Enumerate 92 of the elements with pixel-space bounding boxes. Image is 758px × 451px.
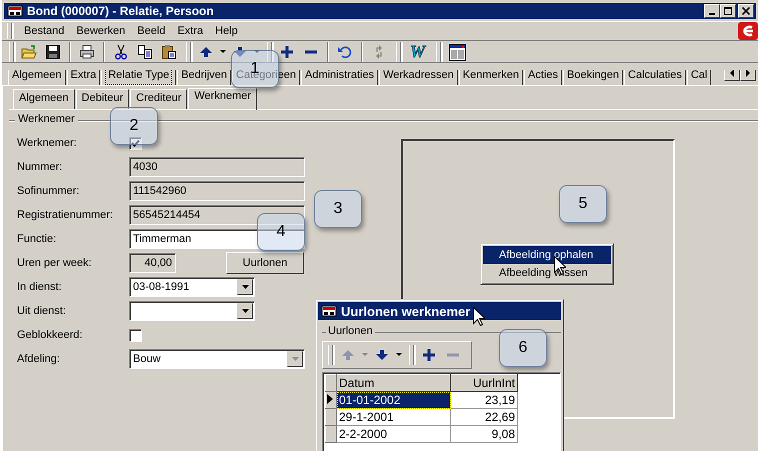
- menu-item[interactable]: Help: [209, 23, 244, 39]
- table-cell[interactable]: 23,19: [450, 392, 518, 408]
- right-arrow-icon: [745, 70, 751, 77]
- tab[interactable]: Relatie Type: [101, 70, 176, 85]
- toolbar-grip[interactable]: [7, 23, 12, 39]
- tab[interactable]: Administraties: [300, 70, 378, 85]
- tab[interactable]: Kenmerken: [458, 70, 524, 85]
- menu-item[interactable]: Bewerken: [70, 23, 132, 39]
- field-label: Sofinummer:: [17, 184, 80, 199]
- maximize-icon: [724, 7, 732, 15]
- tab[interactable]: Extra: [66, 70, 100, 85]
- dropdown-arrow-icon[interactable]: [242, 285, 248, 289]
- group-title: Werknemer: [15, 113, 78, 125]
- app-icon: [321, 303, 337, 319]
- callout: 2: [110, 107, 158, 145]
- toolbar-grip[interactable]: [9, 42, 14, 62]
- field-label: Nummer:: [17, 160, 64, 175]
- window-title: Bond (000007) - Relatie, Persoon: [27, 4, 215, 18]
- grid-corner: [326, 374, 336, 392]
- tab[interactable]: Algemeen: [8, 70, 66, 85]
- tab[interactable]: Debiteur: [76, 89, 130, 109]
- plus-icon[interactable]: [421, 347, 437, 363]
- tab[interactable]: Calculaties: [624, 70, 686, 85]
- tab[interactable]: Cal: [686, 70, 712, 85]
- row-pointer-icon: [327, 394, 333, 404]
- menu-item[interactable]: Bestand: [18, 23, 70, 39]
- field-label: Registratienummer:: [17, 208, 114, 223]
- open-folder-icon[interactable]: [21, 44, 37, 60]
- dialog-title: Uurlonen werknemer: [341, 304, 470, 318]
- tab[interactable]: Acties: [524, 70, 562, 85]
- clipboard-icon[interactable]: [161, 44, 177, 60]
- group-title: Uurlonen: [326, 325, 375, 337]
- tab[interactable]: Boekingen: [563, 70, 624, 85]
- menu-item[interactable]: Afbeelding ophalen: [483, 246, 611, 264]
- menu-item[interactable]: Extra: [171, 23, 210, 39]
- field-label: Geblokkeerd:: [17, 328, 84, 343]
- row-indicator[interactable]: [326, 392, 336, 408]
- table-cell[interactable]: 9,08: [450, 426, 518, 442]
- down-arrow-icon[interactable]: [374, 347, 390, 363]
- toolbar-grip[interactable]: [396, 42, 401, 62]
- dropdown-field[interactable]: [129, 301, 255, 321]
- dropdown-field[interactable]: 03-08-1991: [129, 277, 255, 297]
- maximize-button[interactable]: [720, 4, 736, 18]
- window-layout-icon[interactable]: [448, 42, 468, 62]
- toolbar-grip[interactable]: [267, 42, 272, 62]
- callout: 4: [257, 213, 305, 251]
- close-button[interactable]: [738, 4, 754, 18]
- check-icon: [131, 138, 140, 148]
- tab[interactable]: Crediteur: [130, 89, 188, 109]
- plus-icon[interactable]: [279, 44, 295, 60]
- uurlonen-button[interactable]: Uurlonen: [226, 252, 304, 274]
- tab[interactable]: Werkadressen: [379, 70, 458, 85]
- toolbar-grip[interactable]: [409, 345, 414, 365]
- cursor-icon: [473, 307, 485, 326]
- field-label: Functie:: [17, 232, 58, 247]
- caret-icon[interactable]: [395, 351, 403, 359]
- table-cell[interactable]: 29-1-2001: [336, 408, 450, 426]
- dropdown-arrow-icon[interactable]: [242, 309, 248, 313]
- field-label: Uit dienst:: [17, 304, 67, 319]
- copy-icon[interactable]: [137, 44, 153, 60]
- toolbar-grip[interactable]: [436, 42, 442, 62]
- table-cell[interactable]: 01-01-2002: [336, 392, 450, 408]
- close-icon: [742, 7, 750, 15]
- toolbar-grip[interactable]: [328, 345, 333, 365]
- down-arrow-icon[interactable]: [232, 44, 248, 60]
- callout: 6: [499, 329, 547, 367]
- tab[interactable]: Algemeen: [13, 89, 75, 109]
- toolbar-grip[interactable]: [186, 42, 191, 62]
- callout: 5: [559, 185, 607, 223]
- minimize-button[interactable]: [704, 4, 720, 18]
- callout: 3: [314, 190, 362, 228]
- undo-icon[interactable]: [337, 44, 353, 60]
- field-label: Uren per week:: [17, 256, 93, 271]
- up-arrow-icon[interactable]: [198, 44, 214, 60]
- table-cell[interactable]: 22,69: [450, 408, 518, 426]
- left-arrow-icon: [729, 70, 735, 77]
- menu-item[interactable]: Beeld: [131, 23, 172, 39]
- tab[interactable]: Bedrijven: [177, 70, 232, 85]
- number-field[interactable]: 40,00: [129, 253, 176, 273]
- field-label: In dienst:: [17, 280, 63, 295]
- checkbox[interactable]: [129, 136, 142, 150]
- table-cell[interactable]: 2-2-2000: [336, 426, 450, 442]
- checkbox[interactable]: [129, 328, 142, 342]
- column-header[interactable]: UurlnInt: [450, 374, 518, 392]
- field-label: Afdeling:: [17, 352, 61, 367]
- app-icon: [7, 3, 23, 19]
- column-header[interactable]: Datum: [336, 374, 450, 392]
- scissors-icon[interactable]: [113, 44, 129, 60]
- tab[interactable]: Werknemer: [188, 88, 258, 110]
- field-label: Werknemer:: [17, 136, 78, 151]
- printer-icon[interactable]: [79, 44, 95, 60]
- caret-icon[interactable]: [219, 48, 227, 56]
